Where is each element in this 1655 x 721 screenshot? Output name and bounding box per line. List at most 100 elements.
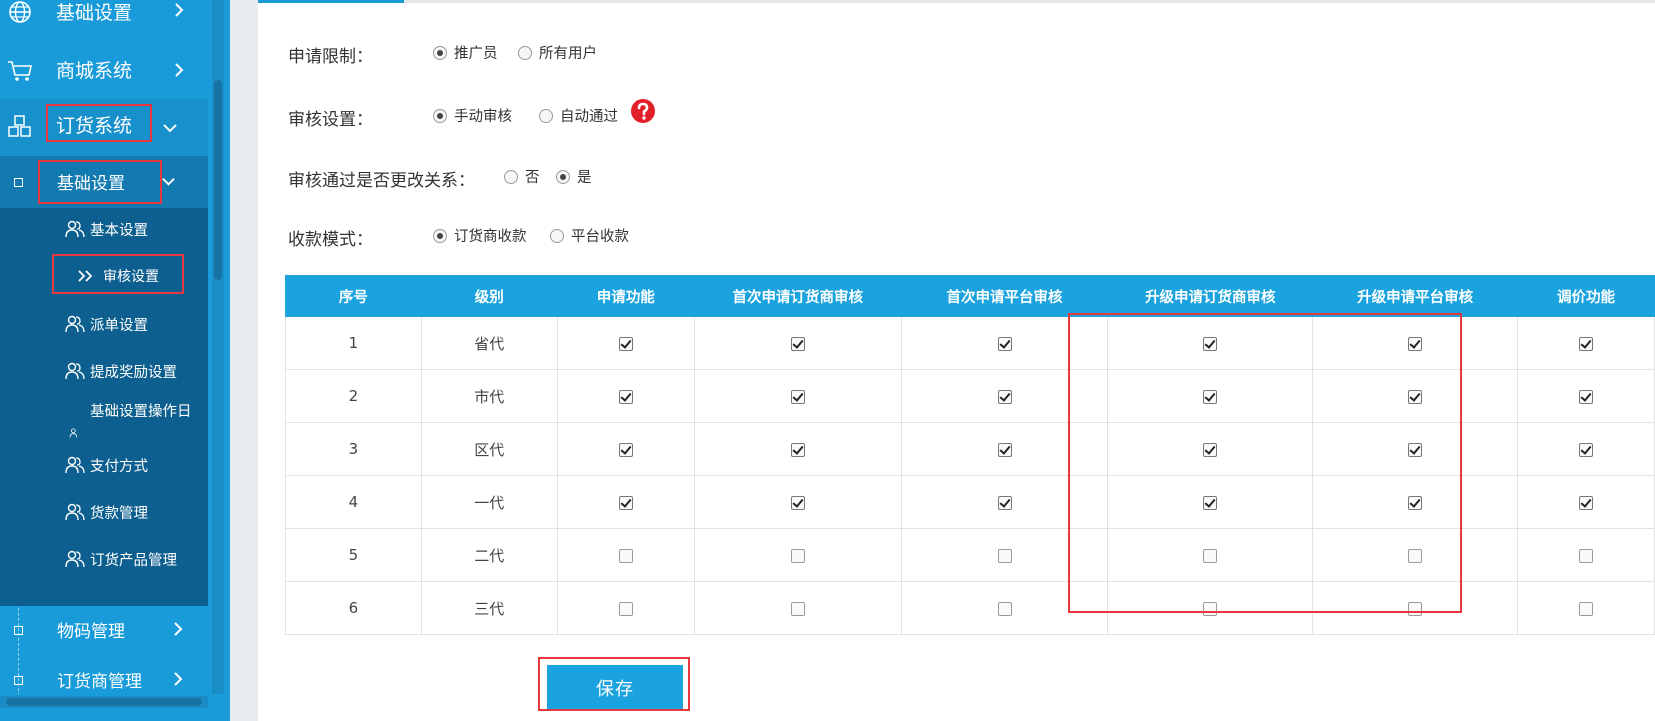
table-header-row: 序号 级别 申请功能 首次申请订货商审核 首次申请平台审核 升级申请订货商审核 … [285,275,1655,317]
permission-checkbox[interactable] [1408,336,1423,351]
scrollbar-thumb[interactable] [6,698,202,706]
radio-button[interactable] [433,45,447,60]
permission-checkbox[interactable] [1408,389,1423,404]
permission-checkbox[interactable] [1203,548,1218,563]
radio-label: 否 [525,170,540,186]
menu-item-mall-system[interactable]: 商城系统 [0,42,208,99]
permission-checkbox[interactable] [1578,336,1593,351]
checkbox-cell [693,581,902,635]
checkbox-cell [556,581,695,635]
permission-checkbox[interactable] [1408,442,1423,457]
permission-checkbox[interactable] [997,495,1012,510]
radio-label: 是 [577,170,592,186]
change-relation-no-radio[interactable]: 否 [504,166,540,187]
radio-button[interactable] [518,45,532,60]
double-chevron-right-icon [78,270,93,282]
radio-button[interactable] [433,108,447,123]
permission-checkbox[interactable] [618,442,633,457]
permission-checkbox[interactable] [1203,336,1218,351]
radio-button[interactable] [539,108,553,123]
submenu-header[interactable]: 基础设置 [0,156,208,208]
permission-checkbox[interactable] [1203,601,1218,616]
permission-checkbox[interactable] [790,495,805,510]
payment-platform-radio[interactable]: 平台收款 [550,225,629,246]
chevron-right-icon [174,622,183,636]
checkbox-cell [900,475,1109,529]
menu-item-order-system[interactable]: 订货系统 [0,99,208,156]
permission-checkbox[interactable] [618,548,633,563]
sidebar-item-commission[interactable]: 提成奖励设置 [0,348,208,394]
review-auto-radio[interactable]: 自动通过 [539,105,618,126]
row-level: 区代 [420,422,558,476]
permission-checkbox[interactable] [997,442,1012,457]
change-relation-label: 审核通过是否更改关系： [288,171,475,191]
permission-checkbox[interactable] [618,336,633,351]
level-permission-table: 序号 级别 申请功能 首次申请订货商审核 首次申请平台审核 升级申请订货商审核 … [285,275,1655,635]
permission-checkbox[interactable] [997,336,1012,351]
menu-label: 物码管理 [57,622,125,642]
checkbox-cell [1107,316,1314,370]
apply-limit-all-users-radio[interactable]: 所有用户 [518,42,597,63]
column-header: 调价功能 [1516,275,1655,317]
permission-checkbox[interactable] [997,389,1012,404]
radio-button[interactable] [504,169,518,184]
permission-checkbox[interactable] [1408,548,1423,563]
permission-checkbox[interactable] [1408,601,1423,616]
table-row: 3 区代 [285,422,1655,476]
payment-dealer-radio[interactable]: 订货商收款 [433,225,527,246]
permission-checkbox[interactable] [997,601,1012,616]
permission-checkbox[interactable] [1203,442,1218,457]
menu-item-basic-settings[interactable]: 基础设置 [0,0,208,41]
permission-checkbox[interactable] [618,389,633,404]
checkbox-cell [1312,316,1518,370]
help-icon[interactable] [630,98,656,124]
sidebar: 基础设置 商城系统 订货系统 基础设置 基本设置 审核设置 派单设置 提成奖励设… [0,0,230,721]
permission-checkbox[interactable] [790,442,805,457]
sidebar-horizontal-scrollbar[interactable] [0,696,208,708]
checkbox-cell [1107,475,1314,529]
permission-checkbox[interactable] [1578,548,1593,563]
permission-checkbox[interactable] [1578,495,1593,510]
permission-checkbox[interactable] [1203,389,1218,404]
menu-item-dealer-management[interactable]: 订货商管理 [0,654,208,694]
users-icon [65,503,85,521]
review-manual-radio[interactable]: 手动审核 [433,105,512,126]
menu-item-code-management[interactable]: 物码管理 [0,604,208,654]
sidebar-item-oplog[interactable]: 基础设置操作日 [0,394,208,440]
sidebar-item-review[interactable]: 审核设置 [0,253,208,299]
users-icon [65,315,85,333]
permission-checkbox[interactable] [790,601,805,616]
permission-checkbox[interactable] [1408,495,1423,510]
permission-checkbox[interactable] [618,495,633,510]
apply-limit-promoter-radio[interactable]: 推广员 [433,42,498,63]
radio-button[interactable] [556,169,570,184]
radio-label: 推广员 [454,46,498,62]
checkbox-cell [900,422,1109,476]
permission-checkbox[interactable] [790,336,805,351]
radio-button[interactable] [550,228,564,243]
sidebar-vertical-scrollbar[interactable] [212,0,224,694]
sidebar-menu: 基础设置 商城系统 订货系统 基础设置 基本设置 审核设置 派单设置 提成奖励设… [0,0,208,694]
cubes-icon [8,115,31,137]
permission-checkbox[interactable] [997,548,1012,563]
save-button[interactable]: 保存 [547,665,683,711]
permission-checkbox[interactable] [618,601,633,616]
permission-checkbox[interactable] [1578,601,1593,616]
radio-button[interactable] [433,228,447,243]
permission-checkbox[interactable] [790,389,805,404]
permission-checkbox[interactable] [790,548,805,563]
sidebar-item-funds[interactable]: 货款管理 [0,489,208,535]
globe-icon [9,1,31,23]
sidebar-item-basic[interactable]: 基本设置 [0,206,208,252]
change-relation-yes-radio[interactable]: 是 [556,166,592,187]
sidebar-item-dispatch[interactable]: 派单设置 [0,301,208,347]
permission-checkbox[interactable] [1203,495,1218,510]
users-icon [65,456,85,474]
sidebar-item-payment[interactable]: 支付方式 [0,442,208,488]
apply-limit-label: 申请限制： [288,47,373,67]
permission-checkbox[interactable] [1578,442,1593,457]
permission-checkbox[interactable] [1578,389,1593,404]
chevron-right-icon [175,3,184,17]
sidebar-item-order-products[interactable]: 订货产品管理 [0,536,208,582]
scrollbar-thumb[interactable] [214,80,222,280]
